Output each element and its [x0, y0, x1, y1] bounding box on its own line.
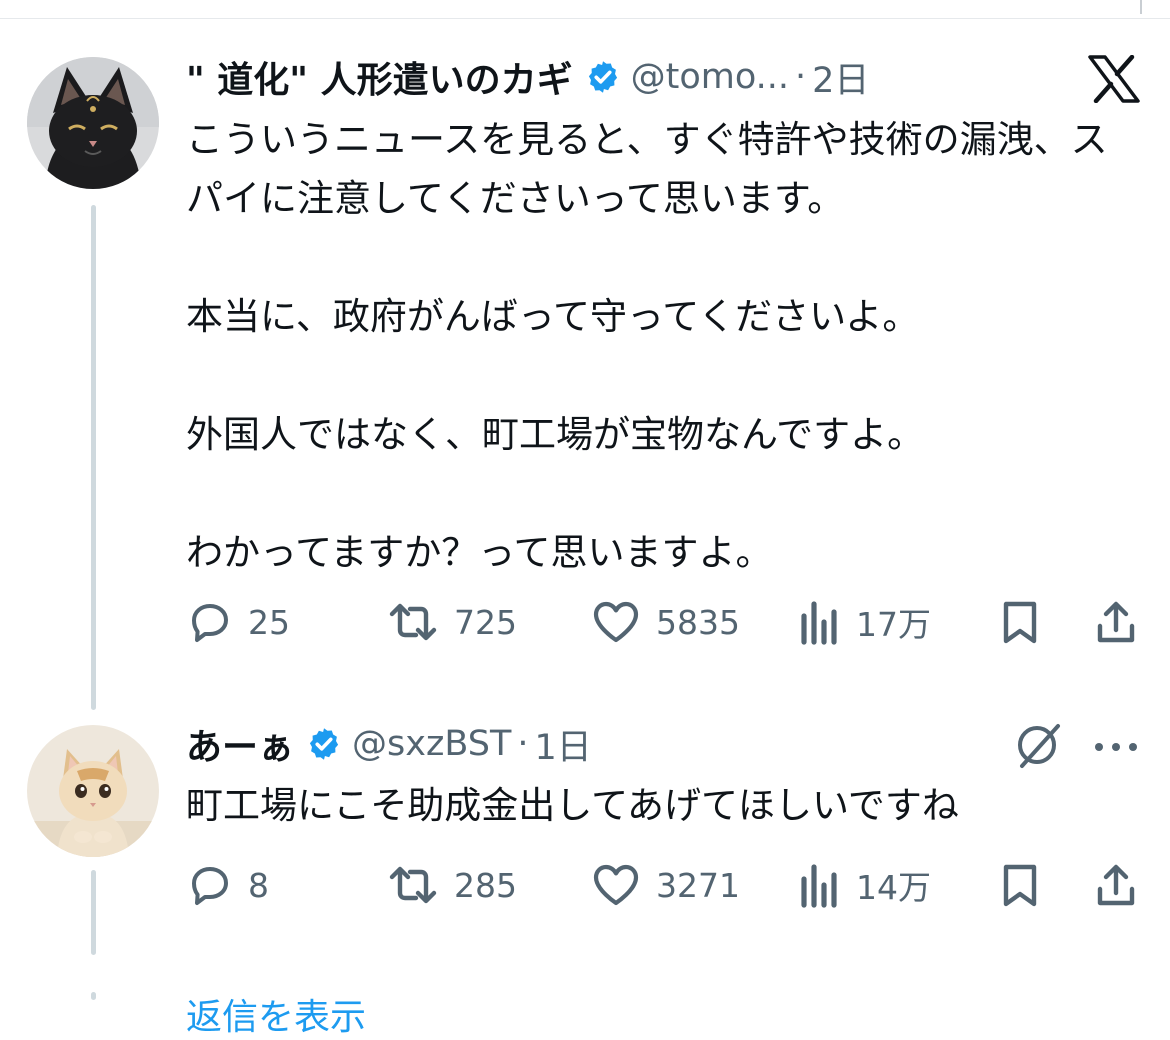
separator-dot: · [517, 724, 529, 764]
reply-button[interactable]: 8 [186, 857, 269, 913]
reply-icon [192, 867, 228, 905]
show-replies-link[interactable]: 返信を表示 [186, 988, 366, 1040]
retweet-icon [389, 866, 437, 904]
avatar-kitten[interactable] [27, 725, 159, 857]
thread-line [91, 205, 96, 710]
top-divider-stub [1140, 0, 1142, 14]
timestamp[interactable]: 1日 [534, 719, 591, 770]
like-button[interactable]: 3271 [590, 857, 740, 913]
thread-line [91, 870, 96, 955]
views-icon [801, 601, 837, 645]
display-name[interactable]: " 道化" 人形遣いのカギ [186, 51, 573, 103]
share-button[interactable] [1092, 857, 1140, 913]
retweet-button[interactable]: 285 [386, 857, 517, 913]
share-icon [1097, 864, 1135, 906]
reply-count: 8 [248, 865, 269, 905]
reply-icon [192, 604, 228, 642]
kitten-avatar [27, 725, 159, 857]
timestamp[interactable]: 2日 [812, 52, 869, 103]
reply-button[interactable]: 25 [186, 594, 290, 650]
tweet-header: あーぁ @sxzBST · 1日 [186, 719, 592, 769]
grok-icon[interactable] [1012, 720, 1066, 774]
bookmark-button[interactable] [998, 594, 1042, 650]
retweet-icon [389, 603, 437, 641]
thread-line-dot [91, 992, 96, 1000]
tweet-text: 町工場にこそ助成金出してあげてほしいですね [186, 784, 959, 827]
black-cat-avatar [27, 57, 159, 189]
share-icon [1097, 601, 1135, 643]
avatar-black-cat[interactable] [27, 57, 159, 189]
retweet-count: 725 [454, 602, 517, 642]
action-bar: 25 725 5835 17万 [186, 594, 1146, 650]
bookmark-icon [1003, 601, 1037, 644]
bookmark-button[interactable] [998, 857, 1042, 913]
reply-count: 25 [248, 602, 290, 642]
bookmark-icon [1003, 864, 1037, 907]
retweet-button[interactable]: 725 [386, 594, 517, 650]
heart-icon [593, 864, 639, 906]
views-button[interactable]: 17万 [798, 594, 931, 650]
action-bar: 8 285 3271 14万 [186, 857, 1146, 913]
top-divider [0, 18, 1170, 19]
like-count: 3271 [656, 865, 740, 905]
share-button[interactable] [1092, 594, 1140, 650]
views-button[interactable]: 14万 [798, 857, 931, 913]
verified-badge-icon [585, 59, 621, 95]
tweet-text: こういうニュースを見ると、すぐ特許や技術の漏洩、スパイに注意してくださいって思い… [186, 118, 1108, 574]
user-handle[interactable]: @tomo... [631, 57, 789, 97]
separator-dot: · [795, 57, 807, 97]
heart-icon [593, 601, 639, 643]
like-button[interactable]: 5835 [590, 594, 740, 650]
like-count: 5835 [656, 602, 740, 642]
display-name[interactable]: あーぁ [186, 718, 294, 770]
user-handle[interactable]: @sxzBST [352, 724, 511, 764]
more-horizontal-icon[interactable] [1094, 738, 1138, 757]
views-icon [801, 864, 837, 908]
views-count: 14万 [856, 868, 931, 907]
views-count: 17万 [856, 605, 931, 644]
verified-badge-icon [306, 726, 342, 762]
tweet-header: " 道化" 人形遣いのカギ @tomo... · 2日 [186, 52, 869, 102]
x-logo-icon [1088, 54, 1140, 107]
retweet-count: 285 [454, 865, 517, 905]
